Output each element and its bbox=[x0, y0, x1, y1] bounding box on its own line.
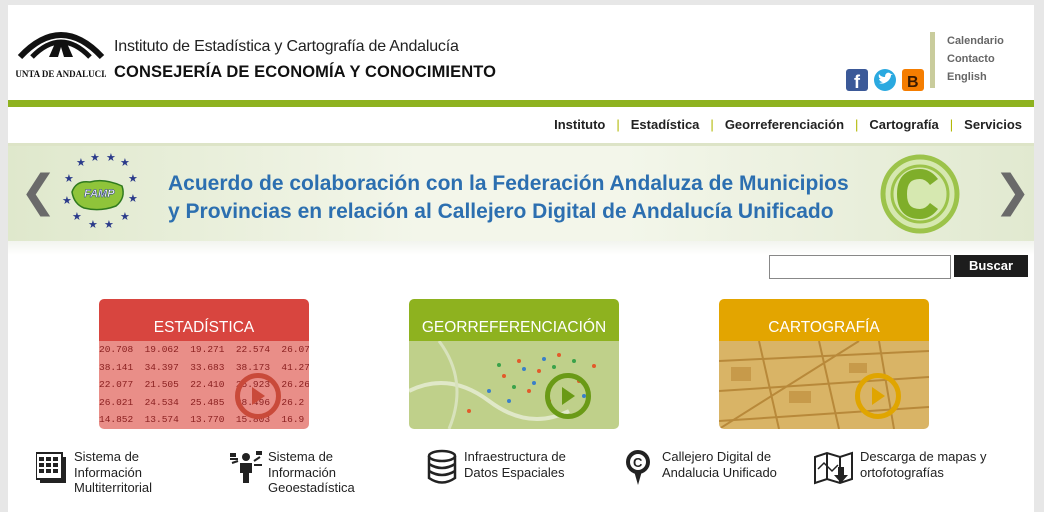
banner-line-2: y Provincias en relación al Callejero Di… bbox=[168, 200, 834, 223]
nav-cartografia[interactable]: Cartografía bbox=[869, 117, 938, 132]
header-divider bbox=[8, 100, 1034, 107]
svg-text:f: f bbox=[854, 72, 861, 91]
junta-andalucia-logo[interactable]: JUNTA DE ANDALUCIA bbox=[11, 17, 112, 83]
svg-text:★: ★ bbox=[106, 152, 116, 164]
english-link[interactable]: English bbox=[947, 68, 1004, 86]
arrow-right-circle-icon[interactable] bbox=[235, 373, 281, 419]
person-chart-icon bbox=[230, 451, 262, 483]
svg-text:★: ★ bbox=[120, 157, 130, 169]
card-georreferenciacion-title: GEORREFERENCIACIÓN bbox=[409, 299, 619, 341]
main-nav: Instituto | Estadística | Georreferencia… bbox=[554, 117, 1022, 132]
database-icon bbox=[427, 449, 457, 484]
facebook-icon[interactable]: f bbox=[846, 69, 868, 92]
banner-slider[interactable]: ❮ ❯ ★ ★ ★ ★ ★ ★ ★ ★ ★ ★ ★ ★ FAMP Acuerdo de co… bbox=[8, 146, 1034, 241]
slider-prev-icon[interactable]: ❮ bbox=[20, 166, 57, 217]
svg-text:★: ★ bbox=[90, 152, 100, 164]
map-pin-copyright-icon: C bbox=[626, 450, 650, 485]
slider-next-icon[interactable]: ❯ bbox=[994, 166, 1031, 217]
nav-estadistica[interactable]: Estadística bbox=[631, 117, 700, 132]
link-sistema-geoestadistica[interactable]: Sistema de Información Geoestadística bbox=[230, 449, 355, 496]
nav-georreferenciacion[interactable]: Georreferenciación bbox=[725, 117, 844, 132]
svg-text:B: B bbox=[907, 74, 919, 91]
card-estadistica[interactable]: 20.708 19.062 19.271 22.574 26.073 33.43… bbox=[99, 299, 309, 429]
institute-name[interactable]: Instituto de Estadística y Cartografía d… bbox=[114, 38, 459, 56]
card-georreferenciacion[interactable]: GEORREFERENCIACIÓN bbox=[409, 299, 619, 429]
svg-text:★: ★ bbox=[72, 211, 82, 223]
link-callejero-digital[interactable]: C Callejero Digital de Andalucia Unifica… bbox=[624, 449, 777, 485]
search-button[interactable]: Buscar bbox=[954, 255, 1028, 277]
link-infraestructura-datos[interactable]: Infraestructura de Datos Espaciales bbox=[426, 449, 566, 485]
svg-text:★: ★ bbox=[64, 173, 74, 185]
calendar-grid-icon bbox=[36, 452, 66, 483]
svg-text:★: ★ bbox=[104, 219, 114, 231]
blogger-icon[interactable]: B bbox=[902, 69, 924, 91]
ministry-name[interactable]: CONSEJERÍA DE ECONOMÍA Y CONOCIMIENTO bbox=[114, 63, 496, 82]
search-input[interactable] bbox=[769, 255, 951, 279]
svg-text:★: ★ bbox=[128, 193, 138, 205]
svg-text:C: C bbox=[633, 455, 643, 470]
link-descarga-mapas[interactable]: Descarga de mapas y ortofotografías bbox=[814, 449, 986, 485]
svg-text:★: ★ bbox=[76, 157, 86, 169]
famp-logo-icon: ★ ★ ★ ★ ★★ ★★ ★★ ★★ FAMP bbox=[62, 152, 138, 231]
link-sistema-multiterritorial[interactable]: Sistema de Información Multiterritorial bbox=[36, 449, 152, 496]
svg-text:★: ★ bbox=[128, 173, 138, 185]
card-estadistica-title: ESTADÍSTICA bbox=[99, 299, 309, 341]
junta-logo-icon: JUNTA DE ANDALUCIA bbox=[11, 32, 112, 79]
banner-headline[interactable]: Acuerdo de colaboración con la Federació… bbox=[168, 170, 849, 226]
banner-line-1: Acuerdo de colaboración con la Federació… bbox=[168, 172, 849, 195]
card-cartografia[interactable]: CARTOGRAFÍA bbox=[719, 299, 929, 429]
svg-text:★: ★ bbox=[88, 219, 98, 231]
page: JUNTA DE ANDALUCIA Instituto de Estadíst… bbox=[8, 5, 1034, 512]
top-links: Calendario Contacto English bbox=[930, 32, 1004, 88]
svg-text:JUNTA DE ANDALUCIA: JUNTA DE ANDALUCIA bbox=[16, 69, 106, 79]
svg-text:FAMP: FAMP bbox=[84, 188, 115, 200]
svg-text:★: ★ bbox=[62, 195, 72, 207]
twitter-icon[interactable] bbox=[874, 69, 896, 91]
callejero-copyright-icon bbox=[880, 154, 960, 234]
arrow-right-circle-icon[interactable] bbox=[855, 373, 901, 419]
card-cartografia-title: CARTOGRAFÍA bbox=[719, 299, 929, 341]
arrow-right-circle-icon[interactable] bbox=[545, 373, 591, 419]
svg-text:★: ★ bbox=[120, 211, 130, 223]
nav-instituto[interactable]: Instituto bbox=[554, 117, 605, 132]
contact-link[interactable]: Contacto bbox=[947, 50, 1004, 68]
nav-servicios[interactable]: Servicios bbox=[964, 117, 1022, 132]
calendar-link[interactable]: Calendario bbox=[947, 32, 1004, 50]
map-download-icon bbox=[814, 451, 853, 485]
